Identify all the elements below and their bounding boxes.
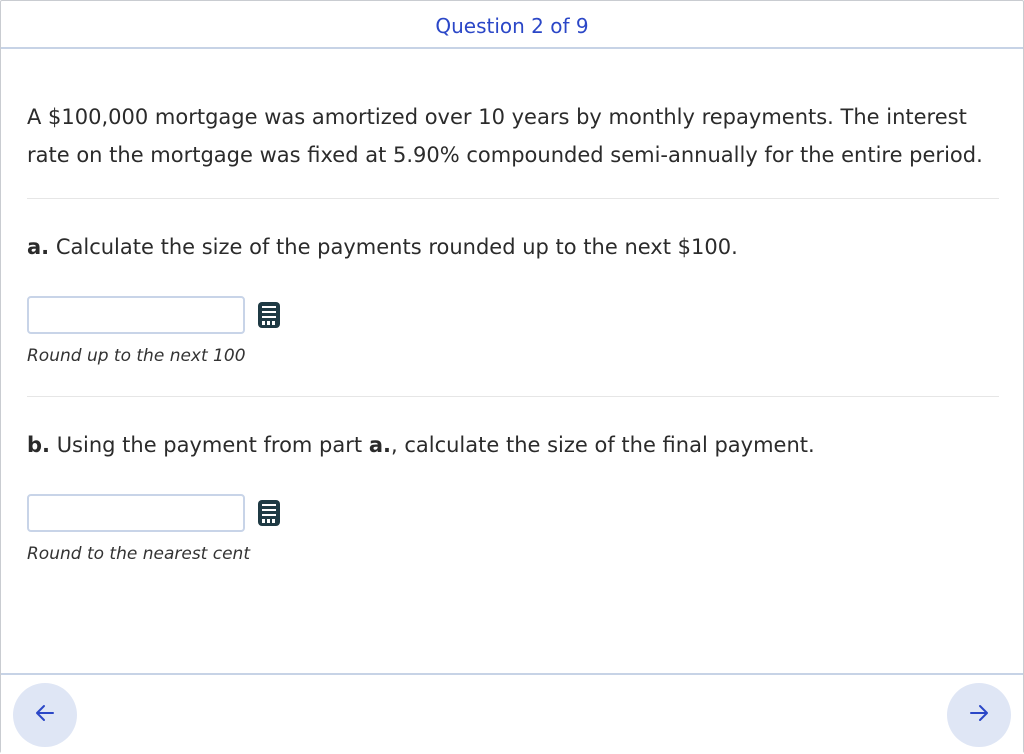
part-b-text-bold: a. [368, 433, 391, 457]
question-header: Question 2 of 9 [1, 1, 1023, 49]
next-question-button[interactable] [947, 683, 1011, 747]
question-panel: Question 2 of 9 A $100,000 mortgage was … [0, 0, 1024, 754]
part-a-answer-input[interactable] [27, 296, 245, 334]
section-divider [27, 396, 999, 397]
part-b-answer-input[interactable] [27, 494, 245, 532]
calculator-icon[interactable] [258, 500, 280, 526]
part-b-label: b. [27, 433, 51, 457]
question-counter: Question 2 of 9 [435, 14, 589, 38]
part-a-label: a. [27, 235, 50, 259]
part-a-hint: Round up to the next 100 [27, 346, 246, 366]
part-b-answer-row [27, 494, 999, 532]
part-b-hint: Round to the nearest cent [27, 544, 251, 564]
part-b-text-after: , calculate the size of the final paymen… [390, 433, 815, 457]
part-a-text: Calculate the size of the payments round… [49, 235, 738, 259]
question-intro: A $100,000 mortgage was amortized over 1… [27, 105, 983, 167]
section-divider [27, 198, 999, 199]
calculator-icon[interactable] [258, 302, 280, 328]
part-a-prompt: a. Calculate the size of the payments ro… [27, 233, 999, 261]
navigation-footer [1, 673, 1023, 754]
part-b-text-before: Using the payment from part [50, 433, 369, 457]
question-content: A $100,000 mortgage was amortized over 1… [27, 98, 999, 564]
part-b-prompt: b. Using the payment from part a., calcu… [27, 431, 999, 459]
previous-question-button[interactable] [13, 683, 77, 747]
part-a-answer-row [27, 296, 999, 334]
arrow-right-icon [967, 701, 991, 729]
part-a: a. Calculate the size of the payments ro… [27, 233, 999, 366]
arrow-left-icon [33, 701, 57, 729]
part-b: b. Using the payment from part a., calcu… [27, 431, 999, 564]
